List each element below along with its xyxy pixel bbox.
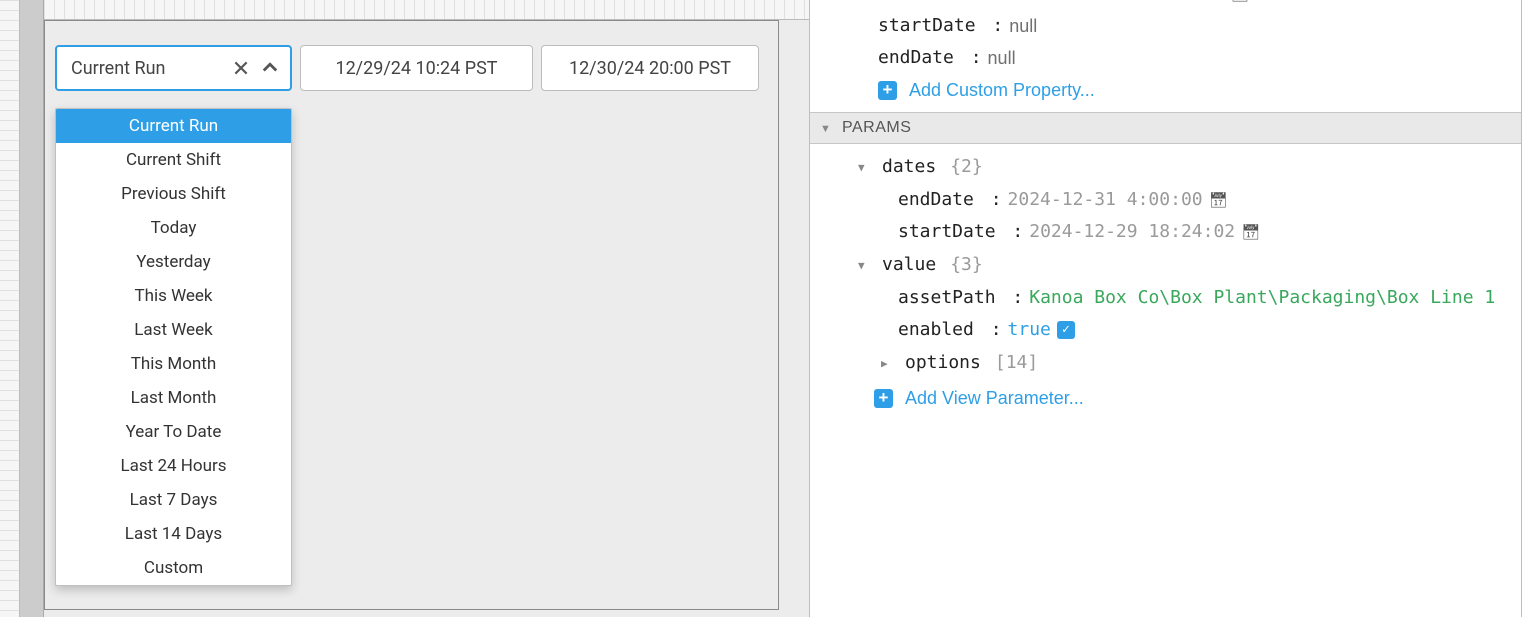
prop-key: options [905,347,981,379]
calendar-icon[interactable]: 📅︎ [1230,0,1249,10]
prop-value: null [1009,10,1037,42]
prop-row-enddate[interactable]: endDate : 2024-12-31 4:00:00 📅︎ [898,184,1521,216]
add-custom-property-row[interactable]: + Add Custom Property... [878,74,1521,106]
range-selector-label: Current Run [71,58,165,79]
end-date-label: 12/30/24 20:00 PST [569,58,731,79]
prop-row-enddate[interactable]: endDate : null [878,42,1521,74]
dropdown-item[interactable]: Last 14 Days [56,517,291,551]
dropdown-item[interactable]: Current Run [56,109,291,143]
prop-value: 2024-12-29 18:24:02 [1029,216,1235,248]
dropdown-item[interactable]: Year To Date [56,415,291,449]
date-toolbar: Current Run 12/29/24 10:24 PST 12/30/24 … [55,45,759,91]
checkbox-checked-icon[interactable]: ✓ [1057,321,1075,339]
dropdown-item[interactable]: Previous Shift [56,177,291,211]
chevron-up-icon[interactable] [260,58,280,78]
prop-value: true [1008,314,1051,346]
add-view-parameter-link: Add View Parameter... [905,382,1084,414]
start-date-label: 12/29/24 10:24 PST [335,58,497,79]
property-panel: startDate : 2024-12-29 18:24:02 📅︎ start… [809,0,1522,617]
calendar-icon[interactable]: 📅︎ [1209,184,1228,216]
dropdown-item[interactable]: Today [56,211,291,245]
add-icon: + [878,81,897,100]
prop-key: startDate [878,10,976,42]
left-margin-strip [20,0,44,617]
chevron-down-icon[interactable] [858,248,870,282]
prop-value: 2024-12-29 18:24:02 [1018,0,1224,10]
ruler-vertical [0,0,20,617]
dropdown-item[interactable]: This Month [56,347,291,381]
chevron-down-icon [820,119,832,137]
range-selector-chip[interactable]: Current Run [55,45,292,91]
end-date-chip[interactable]: 12/30/24 20:00 PST [541,45,759,91]
dropdown-item[interactable]: Last Week [56,313,291,347]
dropdown-item[interactable]: Custom [56,551,291,585]
count-badge: [14] [995,347,1038,379]
prop-value: Kanoa Box Co\Box Plant\Packaging\Box Lin… [1029,282,1495,314]
start-date-chip[interactable]: 12/29/24 10:24 PST [300,45,533,91]
prop-row-assetpath[interactable]: assetPath : Kanoa Box Co\Box Plant\Packa… [898,282,1521,314]
prop-row-startdate-ghost: startDate : 2024-12-29 18:24:02 📅︎ [898,0,1521,10]
param-dates-node[interactable]: dates {2} [858,150,1521,184]
clear-icon[interactable] [232,59,250,77]
prop-key: assetPath [898,282,996,314]
dropdown-item[interactable]: This Week [56,279,291,313]
add-custom-property-link: Add Custom Property... [909,74,1095,106]
count-badge: {2} [950,151,983,183]
count-badge: {3} [950,249,983,281]
dropdown-item[interactable]: Last 7 Days [56,483,291,517]
design-canvas-pane: Current Run 12/29/24 10:24 PST 12/30/24 … [0,0,809,617]
dropdown-item[interactable]: Last Month [56,381,291,415]
dropdown-item[interactable]: Current Shift [56,143,291,177]
range-dropdown[interactable]: Current RunCurrent ShiftPrevious ShiftTo… [55,108,292,586]
calendar-icon[interactable]: 📅︎ [1241,216,1260,248]
prop-row-enabled[interactable]: enabled : true ✓ [898,314,1521,346]
params-section-header[interactable]: PARAMS [810,112,1521,144]
param-options-node[interactable]: options [14] [881,346,1521,380]
chevron-down-icon[interactable] [858,150,870,184]
prop-row-startdate[interactable]: startDate : null [878,10,1521,42]
prop-key: startDate [898,216,996,248]
params-header-label: PARAMS [842,119,911,137]
prop-key: dates [882,151,936,183]
dropdown-item[interactable]: Last 24 Hours [56,449,291,483]
add-view-parameter-row[interactable]: + Add View Parameter... [874,382,1521,414]
ruler-horizontal [44,0,809,20]
prop-key: value [882,249,936,281]
add-icon: + [874,389,893,408]
chevron-right-icon[interactable] [881,346,893,380]
prop-value: null [988,42,1016,74]
param-value-node[interactable]: value {3} [858,248,1521,282]
prop-key: enabled [898,314,974,346]
prop-row-startdate[interactable]: startDate : 2024-12-29 18:24:02 📅︎ [898,216,1521,248]
dropdown-item[interactable]: Yesterday [56,245,291,279]
prop-key: endDate [878,42,954,74]
prop-key: startDate [898,0,996,10]
prop-key: endDate [898,184,974,216]
prop-value: 2024-12-31 4:00:00 [1008,184,1203,216]
